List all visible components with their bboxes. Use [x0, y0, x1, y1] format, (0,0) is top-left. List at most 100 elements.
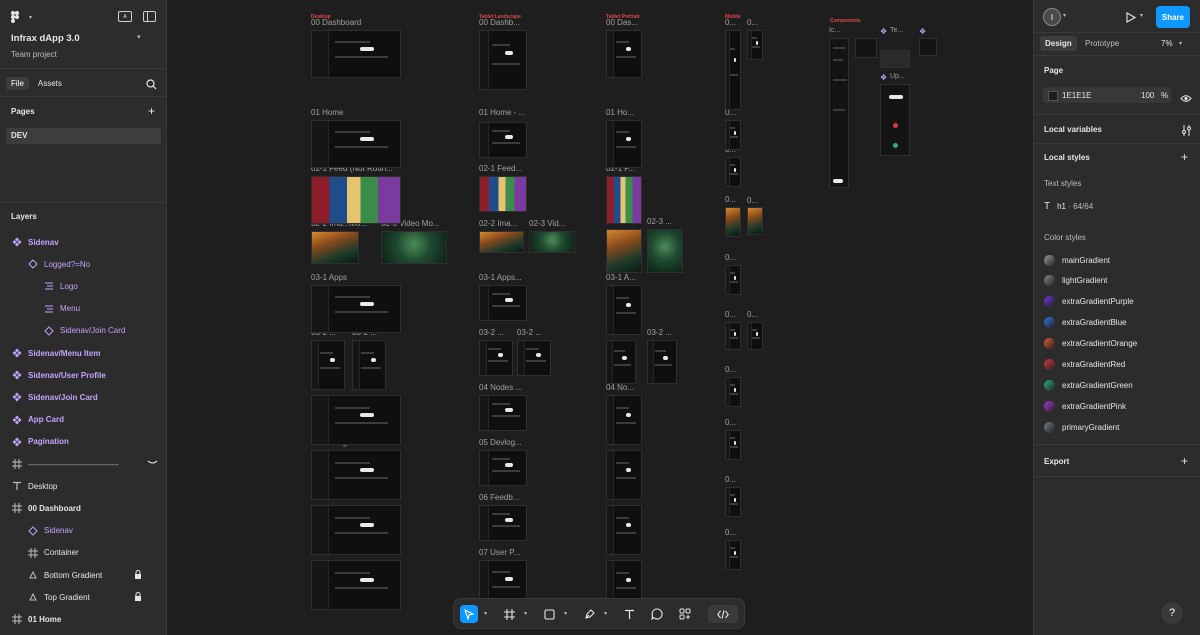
frame-mobile[interactable]: [747, 30, 763, 60]
frame-mobile[interactable]: [725, 377, 741, 407]
frame-desktop-feed[interactable]: [311, 176, 401, 224]
frame-label-mobile[interactable]: 0...: [725, 475, 736, 484]
layer-item[interactable]: Sidenav: [27, 524, 73, 538]
component-label-icons[interactable]: Ic...: [829, 27, 840, 34]
frame-label-tablet-portrait[interactable]: 01 Ho...: [606, 108, 634, 117]
tab-prototype[interactable]: Prototype: [1085, 39, 1119, 48]
frame-desktop-image-modal[interactable]: [311, 231, 359, 264]
frame-label-tablet-portrait[interactable]: 02-3 ...: [647, 217, 672, 226]
lock-icon[interactable]: [134, 570, 142, 581]
color-style-item[interactable]: extraGradientOrange: [1044, 337, 1137, 351]
layer-item[interactable]: Sidenav: [11, 235, 59, 249]
frame-tp-apps-2b[interactable]: [647, 340, 677, 384]
frame-label-tablet-landscape[interactable]: 06 Feedb...: [479, 493, 519, 502]
search-icon[interactable]: [146, 77, 157, 95]
file-menu-chevron-icon[interactable]: ▾: [137, 33, 141, 41]
share-button[interactable]: Share: [1156, 6, 1190, 28]
team-label[interactable]: Team project: [11, 50, 57, 59]
frame-tl-image[interactable]: [479, 231, 524, 253]
file-title[interactable]: Infrax dApp 3.0: [11, 33, 80, 44]
frame-tl-devlog[interactable]: [479, 450, 527, 486]
components-frame-upload[interactable]: [880, 84, 910, 156]
frame-tool[interactable]: [500, 605, 518, 623]
frame-tl-feedback[interactable]: [479, 505, 527, 541]
color-style-item[interactable]: extraGradientRed: [1044, 358, 1125, 372]
page-opacity[interactable]: 100: [1141, 91, 1154, 100]
frame-tl-apps-2b[interactable]: [517, 340, 551, 376]
frame-tp-apps[interactable]: [606, 285, 642, 335]
frame-tp-feed[interactable]: [606, 176, 642, 224]
frame-mobile[interactable]: [725, 540, 741, 570]
frame-mobile[interactable]: [725, 207, 741, 237]
layer-item[interactable]: App Card: [11, 413, 64, 427]
layer-item[interactable]: 01 Home: [11, 612, 61, 626]
pen-tool[interactable]: [580, 605, 598, 623]
color-style-item[interactable]: primaryGradient: [1044, 420, 1119, 434]
hidden-eye-icon[interactable]: [147, 459, 158, 468]
layer-item[interactable]: Menu: [43, 302, 80, 316]
frame-desktop-nodes[interactable]: [311, 395, 401, 445]
frame-mobile[interactable]: [725, 120, 741, 150]
frame-label-tablet-landscape[interactable]: 03-1 Apps...: [479, 273, 522, 282]
frame-mobile[interactable]: [725, 487, 741, 517]
frame-label-tablet-landscape[interactable]: 01 Home - ...: [479, 108, 525, 117]
layer-item[interactable]: Pagination: [11, 435, 69, 449]
frame-label-tablet-landscape[interactable]: 03-2 ...: [517, 328, 542, 337]
frame-label-mobile[interactable]: 0...: [725, 310, 736, 319]
frame-label-mobile[interactable]: 0...: [747, 310, 758, 319]
ai-icon[interactable]: A: [118, 11, 132, 22]
frame-label-mobile[interactable]: 0...: [725, 365, 736, 374]
frame-label-desktop[interactable]: 03-1 Apps: [311, 273, 347, 282]
frame-desktop-user-profile[interactable]: [311, 560, 401, 610]
frame-tl-feed[interactable]: [479, 176, 527, 212]
tab-assets[interactable]: Assets: [33, 77, 67, 90]
color-style-item[interactable]: extraGradientPurple: [1044, 295, 1134, 309]
dev-mode-toggle[interactable]: [708, 605, 738, 623]
frame-label-tablet-landscape[interactable]: 02-2 Ima...: [479, 219, 517, 228]
frame-label-tablet-landscape[interactable]: 00 Dashb...: [479, 18, 520, 27]
tab-design[interactable]: Design: [1040, 36, 1077, 51]
frame-desktop-apps[interactable]: [311, 285, 401, 333]
components-frame-icon[interactable]: [919, 38, 937, 56]
frame-mobile[interactable]: [725, 30, 741, 110]
frame-tp-image[interactable]: [606, 229, 642, 273]
frame-label-tablet-landscape[interactable]: 02-3 Vid...: [529, 219, 565, 228]
color-style-item[interactable]: mainGradient: [1044, 253, 1110, 267]
components-frame-bar[interactable]: [880, 50, 910, 68]
frame-tl-apps[interactable]: [479, 285, 527, 321]
present-play-icon[interactable]: [1126, 10, 1137, 28]
help-button[interactable]: ?: [1161, 602, 1183, 624]
comment-tool[interactable]: [648, 605, 666, 623]
frame-label-tablet-portrait[interactable]: 04 No...: [606, 383, 634, 392]
frame-tp-apps-2a[interactable]: [606, 340, 636, 384]
frame-tp-video[interactable]: [647, 229, 683, 273]
frame-label-tablet-landscape[interactable]: 03-2 ...: [479, 328, 504, 337]
frame-label-tablet-landscape[interactable]: 07 User P...: [479, 548, 520, 557]
variables-settings-icon[interactable]: [1181, 123, 1192, 141]
frame-label-tablet-landscape[interactable]: 04 Nodes ...: [479, 383, 522, 392]
page-color-field[interactable]: 1E1E1E 100 %: [1043, 87, 1171, 103]
color-style-item[interactable]: extraGradientPink: [1044, 399, 1126, 413]
frame-label-mobile[interactable]: 0...: [725, 195, 736, 204]
frame-tl-home[interactable]: [479, 122, 527, 158]
frame-tp-feedback[interactable]: [606, 505, 642, 555]
chevron-down-icon[interactable]: ▾: [1063, 12, 1066, 19]
component-label-te[interactable]: Te...: [890, 27, 903, 34]
eye-icon[interactable]: [1180, 90, 1192, 108]
frame-label-mobile[interactable]: 0...: [725, 18, 736, 27]
frame-label-tablet-portrait[interactable]: 00 Das...: [606, 18, 638, 27]
frame-tl-dashboard[interactable]: [479, 30, 527, 90]
frame-label-tablet-landscape[interactable]: 05 Devlog...: [479, 438, 522, 447]
page-color-swatch[interactable]: [1048, 91, 1058, 101]
layer-item[interactable]: Sidenav/User Profile: [11, 368, 106, 382]
chevron-down-icon[interactable]: ▾: [29, 14, 32, 21]
add-page-icon[interactable]: +: [148, 104, 155, 118]
page-item-dev[interactable]: DEV: [6, 128, 161, 144]
frame-mobile[interactable]: [747, 322, 763, 350]
zoom-level[interactable]: 7%: [1161, 39, 1173, 48]
frame-label-mobile[interactable]: 0...: [747, 18, 758, 27]
color-style-item[interactable]: lightGradient: [1044, 274, 1107, 288]
frame-mobile[interactable]: [725, 157, 741, 187]
frame-tl-video[interactable]: [529, 231, 575, 253]
frame-label-tablet-landscape[interactable]: 02-1 Feed...: [479, 164, 522, 173]
